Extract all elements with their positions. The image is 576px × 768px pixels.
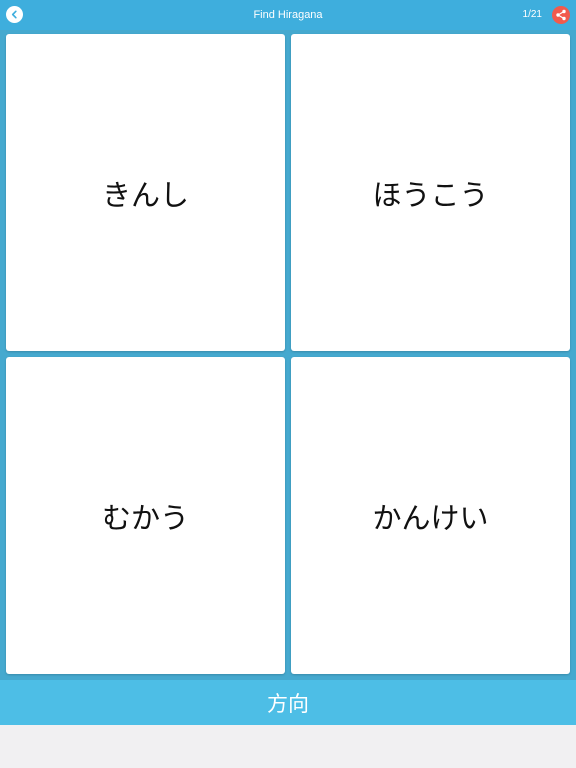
prompt-bar: 方向: [0, 680, 576, 725]
answer-card-label: かんけい: [372, 500, 489, 535]
answer-card-2[interactable]: ほうこう: [291, 34, 570, 351]
answer-card-label: ほうこう: [372, 177, 489, 212]
back-button[interactable]: [6, 6, 23, 23]
answer-card-4[interactable]: かんけい: [291, 357, 570, 674]
progress-counter: 1/21: [522, 9, 542, 20]
chevron-left-icon: [11, 10, 17, 19]
answer-card-3[interactable]: むかう: [6, 357, 285, 674]
answer-card-label: きんし: [101, 177, 189, 212]
page-title: Find Hiragana: [253, 9, 323, 21]
share-icon: [556, 9, 566, 21]
prompt-word: 方向: [267, 691, 309, 716]
top-bar: Find Hiragana 1/21: [0, 0, 576, 30]
answer-card-label: むかう: [101, 500, 189, 535]
answer-card-1[interactable]: きんし: [6, 34, 285, 351]
share-button[interactable]: [552, 6, 570, 24]
